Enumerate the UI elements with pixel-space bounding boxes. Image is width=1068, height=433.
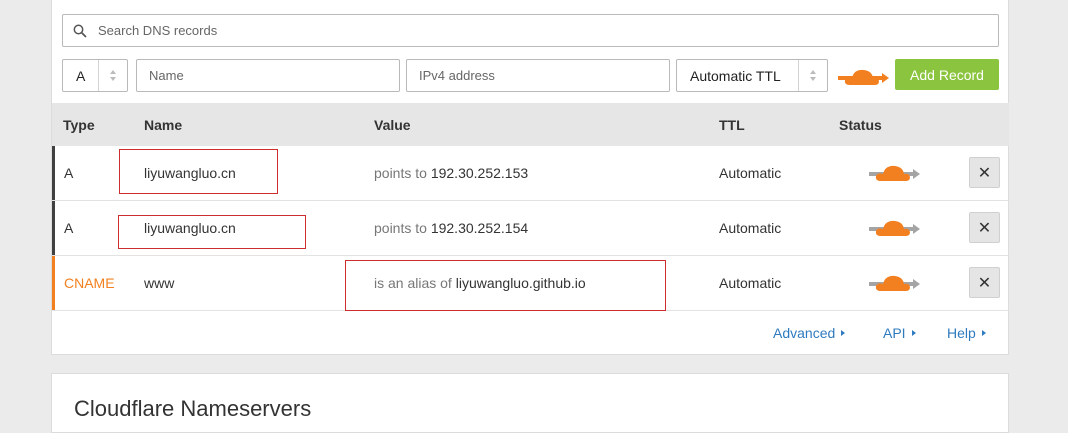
record-ttl[interactable]: Automatic (719, 220, 781, 236)
add-record-form: A Automatic TTL Add Record (62, 59, 999, 92)
nameservers-title: Cloudflare Nameservers (74, 396, 312, 421)
record-type-value: A (76, 67, 86, 84)
annotation-box (345, 260, 666, 311)
value-content: 192.30.252.153 (430, 165, 529, 181)
column-header-status: Status (839, 117, 882, 133)
ipv4-input[interactable] (407, 67, 669, 84)
table-header: Type Name Value TTL Status (52, 103, 1009, 146)
name-input[interactable] (137, 67, 399, 84)
delete-record-button[interactable]: ✕ (969, 212, 1000, 243)
value-prefix: points to (374, 220, 427, 236)
value-content: 192.30.252.154 (430, 220, 529, 236)
nameservers-panel: Cloudflare Nameservers (51, 373, 1009, 433)
delete-record-button[interactable]: ✕ (969, 267, 1000, 298)
search-bar[interactable] (62, 14, 999, 47)
column-header-type: Type (63, 117, 95, 133)
value-prefix: points to (374, 165, 427, 181)
advanced-link[interactable]: Advanced (773, 325, 846, 341)
annotation-box (119, 149, 278, 194)
row-indicator (52, 201, 55, 255)
caret-right-icon (981, 330, 986, 336)
api-link[interactable]: API (883, 325, 916, 341)
record-type: A (64, 220, 74, 236)
ttl-value: Automatic TTL (690, 67, 781, 84)
record-value[interactable]: points to 192.30.252.153 (374, 165, 528, 181)
select-arrows-icon (98, 60, 127, 91)
record-type: A (64, 165, 74, 181)
proxied-cloud-icon[interactable] (869, 162, 921, 184)
help-link[interactable]: Help (947, 325, 986, 341)
record-ttl[interactable]: Automatic (719, 165, 781, 181)
column-header-value: Value (374, 117, 411, 133)
record-ttl[interactable]: Automatic (719, 275, 781, 291)
proxied-cloud-icon[interactable] (869, 217, 921, 239)
caret-right-icon (841, 330, 846, 336)
add-record-button[interactable]: Add Record (895, 59, 999, 90)
ipv4-field[interactable] (406, 59, 670, 92)
dns-panel: A Automatic TTL Add Record Type Name Val… (51, 0, 1009, 355)
record-name[interactable]: www (144, 275, 174, 291)
search-icon (73, 24, 87, 37)
proxy-cloud-icon[interactable] (838, 66, 890, 88)
name-field[interactable] (136, 59, 400, 92)
proxied-cloud-icon[interactable] (869, 272, 921, 294)
column-header-ttl: TTL (719, 117, 745, 133)
record-value[interactable]: points to 192.30.252.154 (374, 220, 528, 236)
caret-right-icon (911, 330, 916, 336)
record-type-select[interactable]: A (62, 59, 128, 92)
search-input[interactable] (96, 22, 998, 39)
row-indicator (52, 256, 55, 310)
ttl-select[interactable]: Automatic TTL (676, 59, 828, 92)
delete-record-button[interactable]: ✕ (969, 157, 1000, 188)
record-type: CNAME (64, 275, 115, 291)
row-indicator (52, 146, 55, 200)
column-header-name: Name (144, 117, 183, 133)
select-arrows-icon (798, 60, 827, 91)
annotation-box (118, 215, 306, 249)
